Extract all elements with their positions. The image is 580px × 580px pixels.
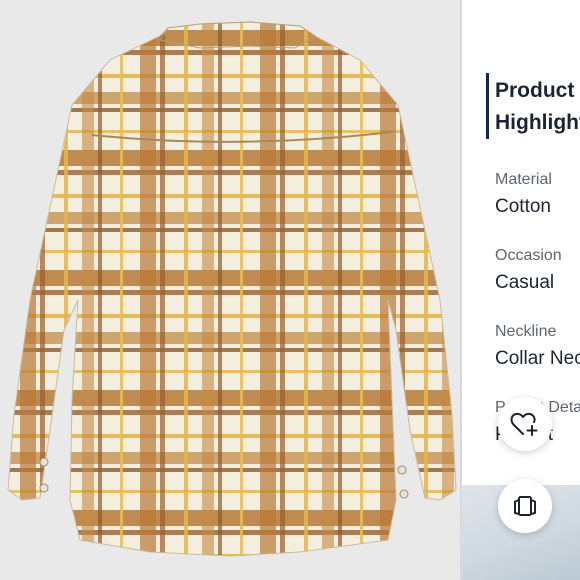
- highlight-label-neckline: Neckline: [495, 323, 557, 340]
- compare-icon: [514, 496, 536, 516]
- heart-plus-icon: [510, 412, 538, 436]
- product-detail-screen: Product Highlights Material Cotton Occas…: [0, 0, 580, 580]
- compare-button[interactable]: [498, 479, 552, 533]
- highlights-title: Product Highlights: [495, 75, 580, 139]
- highlight-label-occasion: Occasion: [495, 247, 562, 264]
- title-accent-bar: [486, 73, 489, 139]
- top-strip: [462, 0, 580, 40]
- highlights-title-line1: Product: [495, 79, 575, 102]
- highlight-value-material: Cotton: [495, 196, 551, 217]
- product-image[interactable]: [0, 0, 460, 580]
- highlight-value-occasion: Casual: [495, 272, 555, 293]
- plaid-shirt-illustration: [7, 21, 457, 557]
- wishlist-button[interactable]: [498, 397, 552, 451]
- highlight-value-neckline: Collar Neck: [495, 348, 580, 369]
- highlights-title-line2: Highlights: [495, 111, 580, 134]
- highlight-label-material: Material: [495, 171, 552, 188]
